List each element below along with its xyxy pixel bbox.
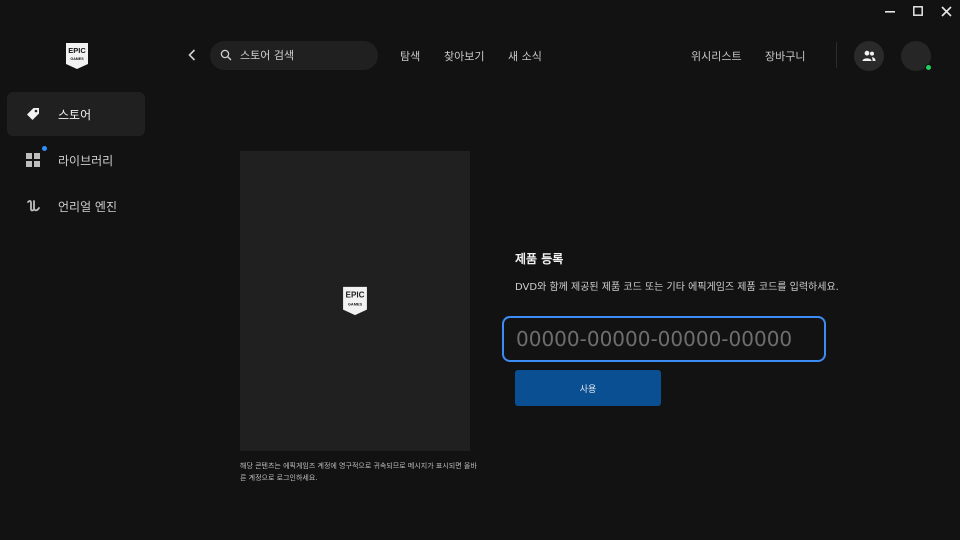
maximize-button[interactable] [904,0,932,22]
account-notice: 해당 콘텐츠는 에픽게임즈 계정에 영구적으로 귀속되므로 메시지가 표시되면 … [240,462,477,482]
friends-icon [862,50,876,61]
sidebar-item-store[interactable]: 스토어 [7,92,145,136]
form-description: DVD와 함께 제공된 제품 코드 또는 기타 에픽게임즈 제품 코드를 입력하… [515,282,839,293]
back-button[interactable] [184,46,200,64]
page-title: 제품 등록 [515,252,564,266]
avatar[interactable] [901,41,932,71]
sidebar-item-library[interactable]: 라이브러리 [7,138,145,182]
friends-button[interactable] [854,41,884,71]
wishlist-link[interactable]: 위시리스트 [691,48,742,64]
search-input[interactable] [240,47,370,64]
sidebar: EPIC GAMES 스토어 라이브러리 언리얼 엔진 [0,0,160,540]
search-icon [220,49,232,61]
window-controls [876,0,960,22]
svg-text:GAMES: GAMES [70,57,84,61]
product-image: EPIC GAMES [240,151,470,451]
nav-link-discover[interactable]: 탐색 [400,48,420,64]
epic-games-logo[interactable]: EPIC GAMES [65,42,89,70]
unreal-icon [27,200,40,212]
notification-dot [42,146,47,151]
svg-text:EPIC: EPIC [68,46,86,55]
minimize-button[interactable] [876,0,904,22]
cart-link[interactable]: 장바구니 [765,48,805,64]
minimize-icon [885,11,895,13]
product-code-input[interactable] [502,316,826,362]
search-bar[interactable] [210,41,378,70]
epic-games-logo: EPIC GAMES [343,286,367,316]
close-button[interactable] [932,0,960,22]
sidebar-item-label: 라이브러리 [58,153,114,168]
close-icon [940,5,952,17]
redeem-button[interactable]: 사용 [515,370,661,406]
sidebar-item-label: 스토어 [58,107,92,122]
maximize-icon [913,6,923,16]
sidebar-item-unreal-engine[interactable]: 언리얼 엔진 [7,184,145,228]
online-status-dot [925,64,932,71]
svg-text:GAMES: GAMES [348,301,363,306]
sidebar-item-label: 언리얼 엔진 [58,199,118,214]
svg-text:EPIC: EPIC [346,291,365,300]
nav-link-browse[interactable]: 찾아보기 [444,48,484,64]
grid-icon [26,153,40,167]
nav-link-news[interactable]: 새 소식 [508,48,542,64]
tag-icon [27,108,39,120]
chevron-left-icon [188,49,196,61]
epic-games-launcher: EPIC GAMES 스토어 라이브러리 언리얼 엔진 스토어 검색 탐색 찾아… [0,0,960,540]
header-divider [836,42,837,68]
